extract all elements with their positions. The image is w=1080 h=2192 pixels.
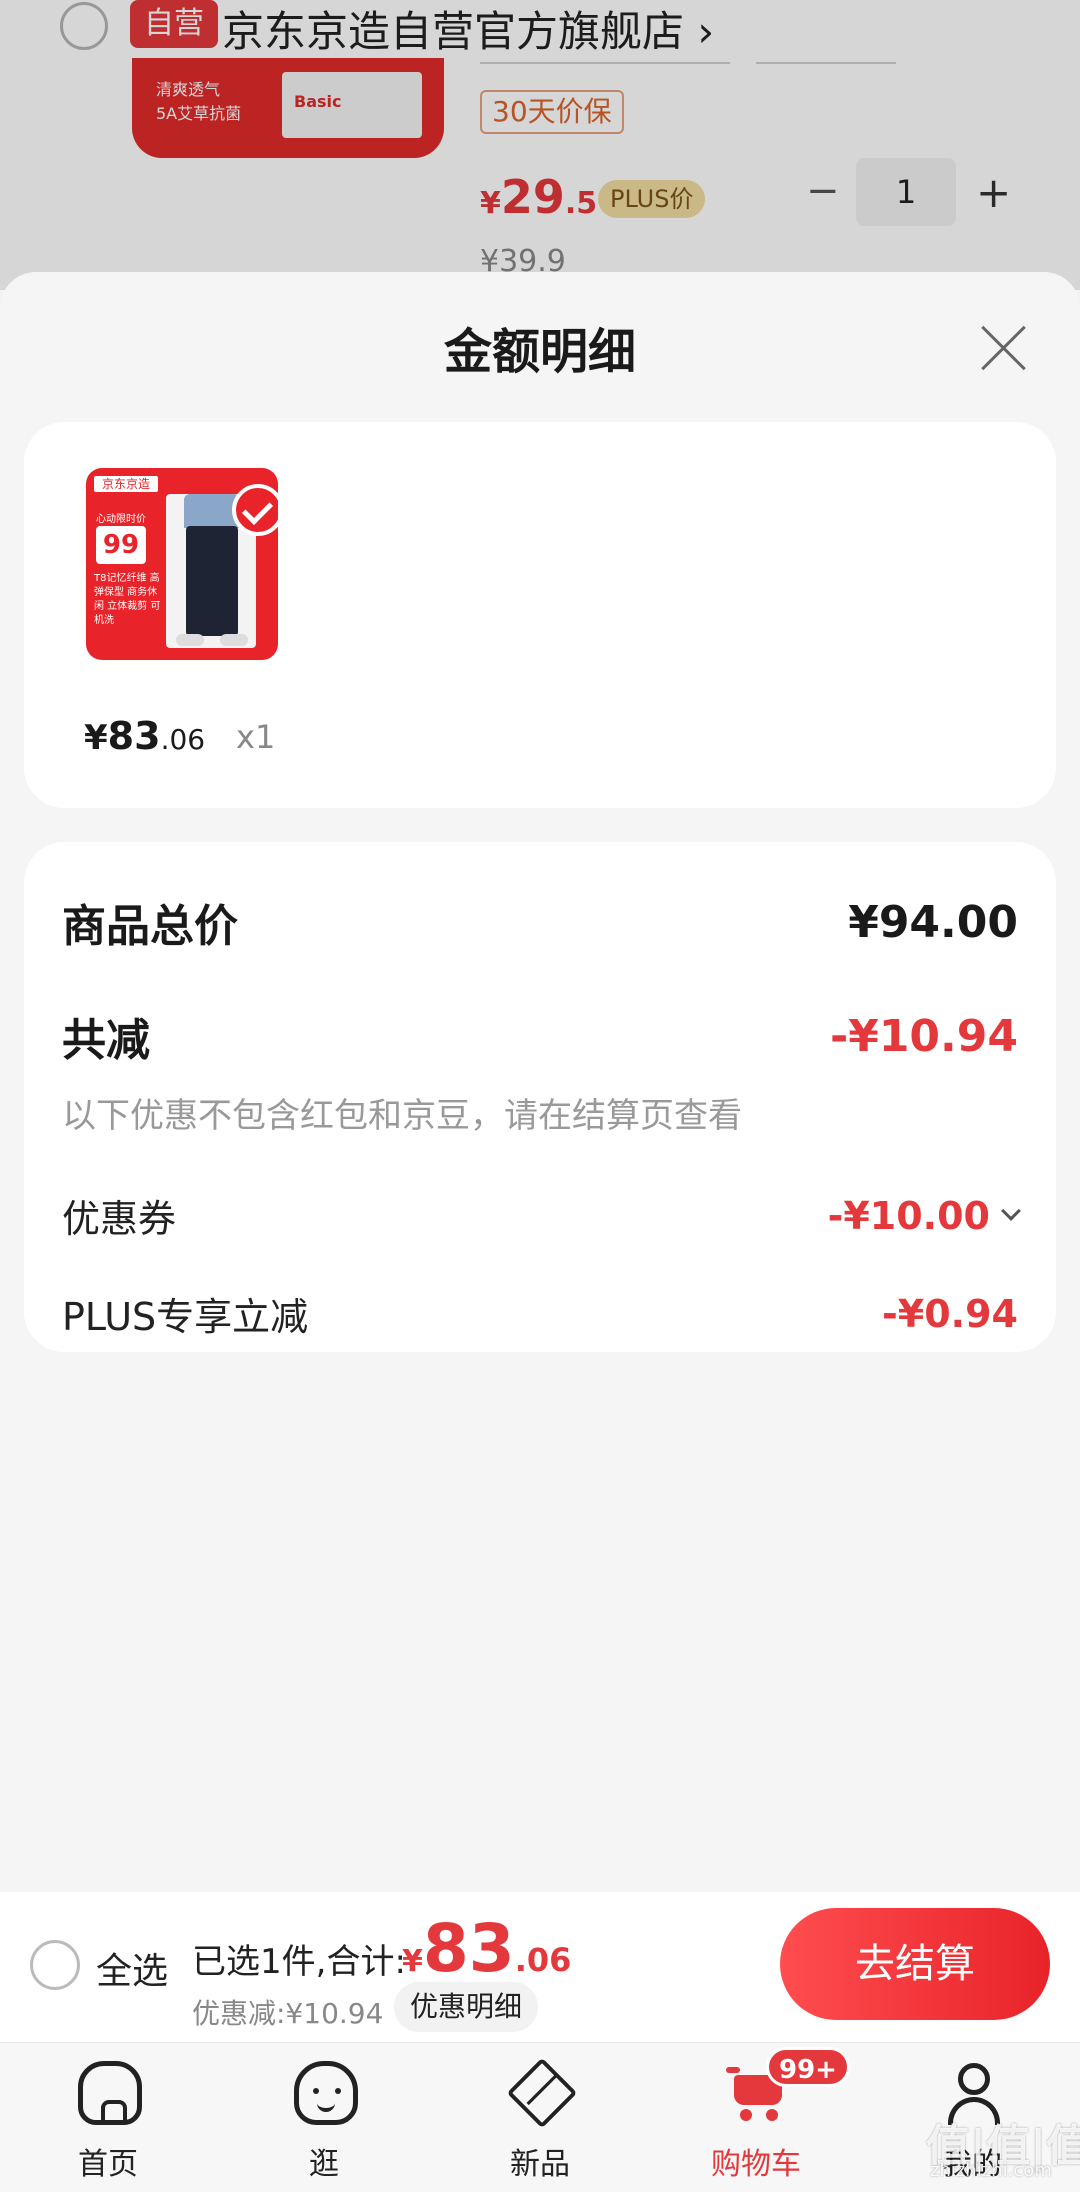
select-all-radio[interactable]: [30, 1940, 80, 1990]
total-price-label: 商品总价: [62, 901, 238, 952]
checkout-button[interactable]: 去结算: [780, 1908, 1050, 2020]
coupon-value[interactable]: -¥10.00: [828, 1194, 1021, 1238]
image-desc: T8记忆纤维 高弹保型 商务休闲 立体裁剪 可机洗: [94, 573, 161, 626]
product-quantity: x1: [236, 718, 276, 756]
select-all-label[interactable]: 全选: [96, 1942, 168, 1994]
tab-new[interactable]: 新品: [460, 2043, 620, 2192]
coupon-label: 优惠券: [62, 1197, 177, 1241]
total-price-row: 商品总价 ¥94.00: [62, 890, 1018, 954]
image-subtitle: 心动限时价: [96, 514, 146, 525]
image-brand: 京东京造: [94, 476, 158, 492]
selected-summary: 已选1件,合计:: [192, 1942, 406, 1982]
plus-discount-row: PLUS专享立减 -¥0.94: [62, 1286, 1018, 1341]
box-icon: [506, 2057, 578, 2129]
modal-overlay[interactable]: [0, 0, 1080, 290]
total-reduce-value: -¥10.94: [829, 1010, 1018, 1062]
total-reduce-row: 共减 -¥10.94: [62, 1004, 1018, 1068]
total-price-value: ¥94.00: [848, 896, 1018, 948]
product-card: 京东京造 心动限时价 99 T8记忆纤维 高弹保型 商务休闲 立体裁剪 可机洗 …: [24, 422, 1056, 808]
tab-browse[interactable]: 逛: [244, 2043, 404, 2192]
sheet-title: 金额明细: [443, 324, 636, 380]
chevron-down-icon[interactable]: [1001, 1200, 1021, 1221]
browse-icon: [294, 2061, 358, 2125]
close-icon[interactable]: [978, 322, 1030, 374]
reduce-note: 以下优惠不包含红包和京豆，请在结算页查看: [62, 1096, 742, 1136]
total-reduce-label: 共减: [62, 1015, 150, 1066]
plus-discount-value: -¥0.94: [882, 1291, 1018, 1336]
tab-cart[interactable]: 99+ 购物车: [676, 2043, 850, 2192]
tab-label: 购物车: [711, 2147, 801, 2182]
watermark-url: zhizhizhi.com: [930, 2160, 1052, 2181]
product-image[interactable]: 京东京造 心动限时价 99 T8记忆纤维 高弹保型 商务休闲 立体裁剪 可机洗: [86, 468, 278, 660]
discount-summary: 优惠减:¥10.94: [192, 1997, 384, 2030]
price-detail-card: 商品总价 ¥94.00 共减 -¥10.94 以下优惠不包含红包和京豆，请在结算…: [24, 842, 1056, 1352]
tab-home[interactable]: 首页: [28, 2043, 188, 2192]
bottom-tab-bar: 首页 逛 新品 99+ 购物车 我的: [0, 2042, 1080, 2192]
amount-detail-sheet: 金额明细 京东京造 心动限时价 99 T8记忆纤维 高弹保型 商务休闲 立体裁剪…: [0, 272, 1080, 1892]
tab-label: 新品: [510, 2147, 570, 2182]
selected-total: ¥83.06: [402, 1910, 572, 1987]
home-icon: [78, 2061, 142, 2125]
image-badge: 99: [96, 526, 146, 564]
checkout-bar: 全选 已选1件,合计: ¥83.06 优惠减:¥10.94 优惠明细 去结算: [0, 1892, 1080, 2042]
cart-count-badge: 99+: [766, 2047, 850, 2087]
tab-label: 首页: [78, 2147, 138, 2182]
check-icon: [232, 484, 278, 536]
plus-discount-label: PLUS专享立减: [62, 1295, 309, 1339]
coupon-row[interactable]: 优惠券 -¥10.00: [62, 1188, 1021, 1243]
discount-detail-button[interactable]: 优惠明细: [394, 1982, 539, 2032]
tab-label: 逛: [309, 2147, 339, 2182]
product-price: ¥83.06: [84, 714, 206, 758]
